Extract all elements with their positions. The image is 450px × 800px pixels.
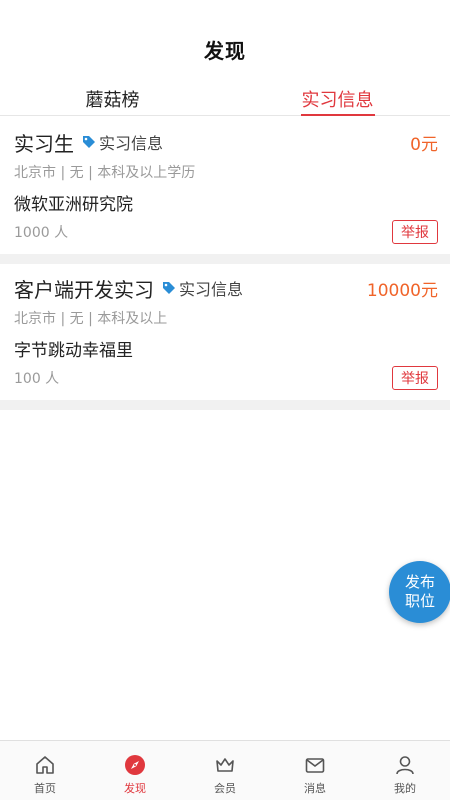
mail-icon (303, 753, 327, 777)
tag-icon (83, 136, 95, 148)
compass-icon (123, 753, 147, 777)
nav-item-mine[interactable]: 我的 (360, 741, 450, 800)
job-meta: 北京市 | 无 | 本科及以上学历 (14, 165, 196, 181)
job-company: 微软亚洲研究院 (14, 195, 133, 215)
job-list: 实习生 实习信息 0元 北京市 | 无 | 本科及以上学历 微软亚洲研究院 10… (0, 116, 450, 410)
nav-label: 首页 (34, 782, 56, 795)
user-icon (393, 753, 417, 777)
nav-label: 会员 (214, 782, 236, 795)
tab-label: 实习信息 (301, 90, 374, 111)
tag-icon (163, 282, 175, 294)
page-title: 发现 (204, 39, 246, 63)
nav-item-home[interactable]: 首页 (0, 741, 90, 800)
page-header: 发现 (0, 0, 450, 80)
job-title: 客户端开发实习 (14, 277, 154, 302)
crown-icon (213, 753, 237, 777)
job-tag: 实习信息 (162, 276, 243, 300)
job-card[interactable]: 客户端开发实习 实习信息 10000元 北京市 | 无 | 本科及以上 字节跳动… (0, 264, 450, 400)
tab-mushroom-rank[interactable]: 蘑菇榜 (0, 80, 225, 115)
fab-label-line1: 发布 (404, 573, 435, 591)
job-title: 实习生 (14, 131, 74, 156)
report-button[interactable]: 举报 (392, 220, 438, 244)
nav-label: 我的 (394, 782, 416, 795)
card-divider (0, 400, 450, 410)
job-salary: 10000元 (366, 280, 438, 301)
job-tag-label: 实习信息 (99, 134, 164, 153)
nav-item-discover[interactable]: 发现 (90, 741, 180, 800)
home-icon (33, 753, 57, 777)
tab-label: 蘑菇榜 (85, 90, 140, 111)
nav-label: 发现 (124, 782, 146, 795)
nav-item-member[interactable]: 会员 (180, 741, 270, 800)
job-tag: 实习信息 (82, 130, 163, 154)
nav-label: 消息 (304, 782, 326, 795)
tab-bar: 蘑菇榜 实习信息 (0, 80, 450, 116)
job-tag-label: 实习信息 (179, 280, 244, 299)
card-divider (0, 254, 450, 264)
fab-label-line2: 职位 (404, 592, 435, 610)
job-headcount: 100 人 (14, 371, 60, 387)
job-salary: 0元 (410, 134, 438, 155)
nav-item-messages[interactable]: 消息 (270, 741, 360, 800)
job-company: 字节跳动幸福里 (14, 341, 133, 361)
bottom-nav: 首页 发现 会员 消息 我的 (0, 740, 450, 800)
job-headcount: 1000 人 (14, 225, 69, 241)
job-meta: 北京市 | 无 | 本科及以上 (14, 311, 168, 327)
tab-internship-info[interactable]: 实习信息 (225, 80, 450, 115)
post-job-button[interactable]: 发布 职位 (389, 561, 450, 623)
report-button[interactable]: 举报 (392, 366, 438, 390)
job-card[interactable]: 实习生 实习信息 0元 北京市 | 无 | 本科及以上学历 微软亚洲研究院 10… (0, 118, 450, 254)
